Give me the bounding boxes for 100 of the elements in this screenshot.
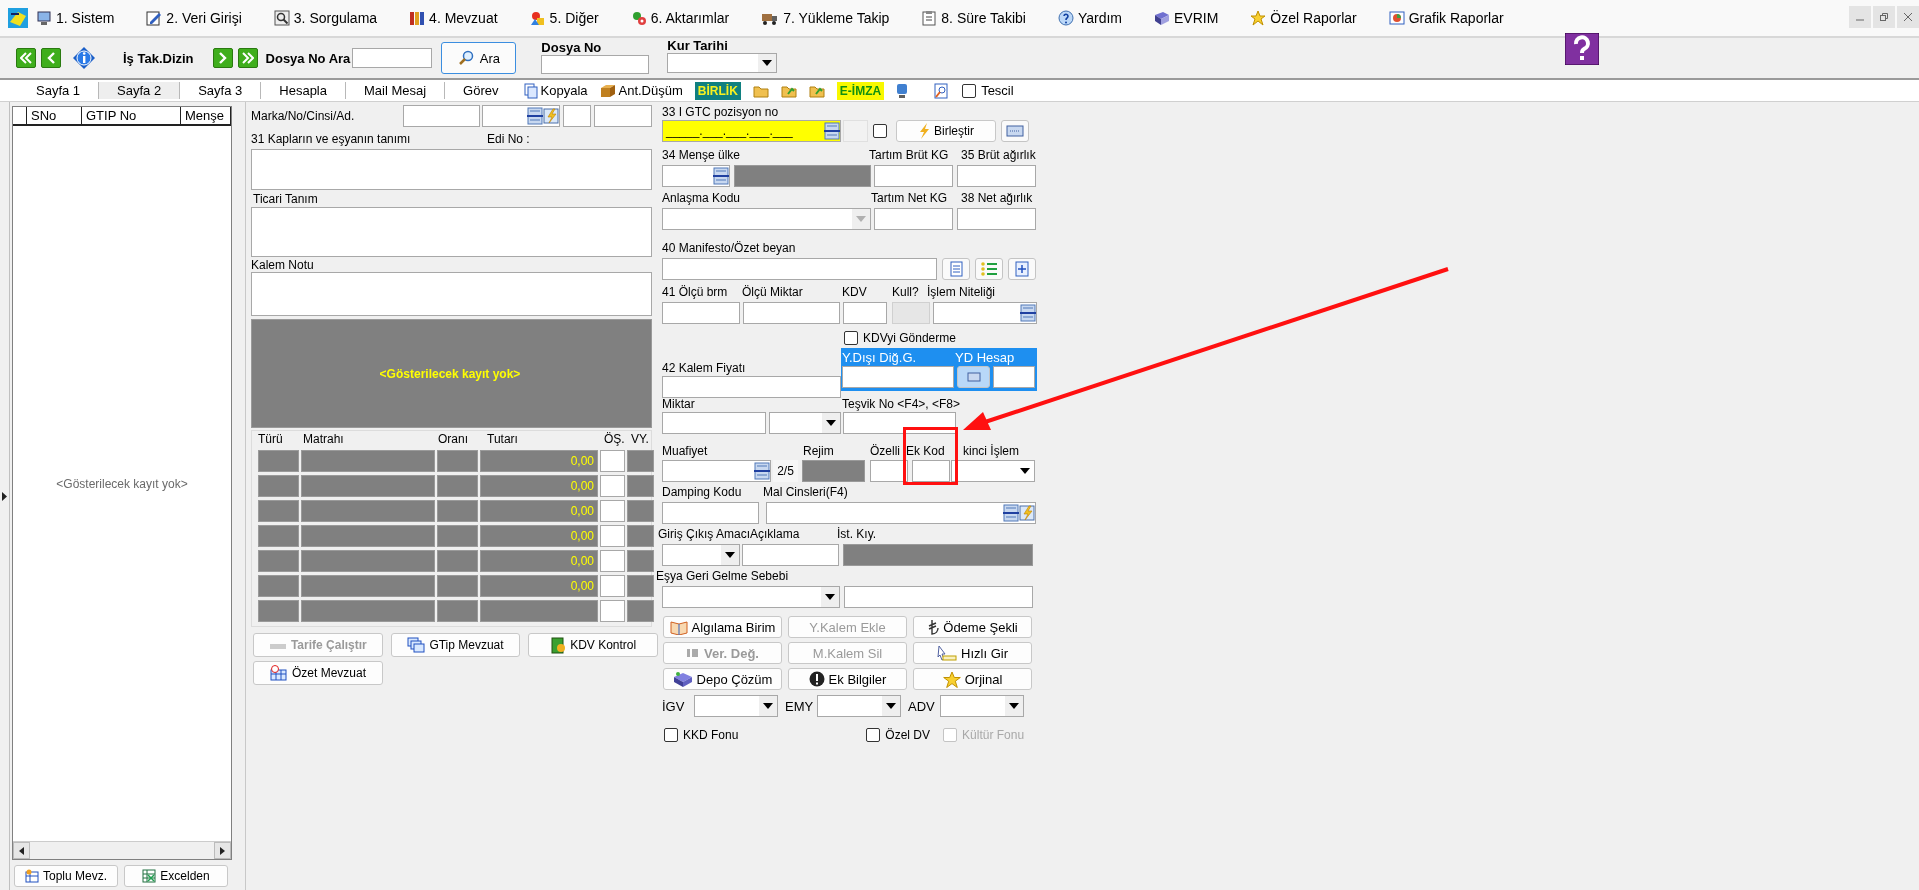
scroll-left-button[interactable] bbox=[13, 842, 30, 859]
action-button[interactable]: Depo Çözüm bbox=[663, 668, 782, 690]
input-field[interactable] bbox=[957, 165, 1036, 187]
dropdown[interactable] bbox=[662, 544, 740, 566]
checkbox[interactable] bbox=[962, 83, 977, 98]
input-field[interactable] bbox=[842, 366, 954, 388]
restore-button[interactable] bbox=[1873, 6, 1895, 28]
input-field[interactable] bbox=[742, 544, 839, 566]
union-badge[interactable]: BİRLİK bbox=[694, 81, 741, 100]
input-field[interactable] bbox=[993, 366, 1035, 388]
input-field[interactable] bbox=[892, 302, 930, 324]
checkbox[interactable] bbox=[844, 331, 858, 345]
tab[interactable]: Sayfa 2 bbox=[99, 82, 181, 99]
help-icon[interactable] bbox=[1565, 33, 1599, 65]
action-button[interactable]: Algılama Birim bbox=[663, 616, 782, 638]
bulk-legislation-button[interactable]: Toplu Mevz. bbox=[14, 864, 118, 887]
text-area[interactable] bbox=[251, 149, 652, 190]
table-icon[interactable] bbox=[754, 462, 770, 480]
document-button[interactable] bbox=[942, 258, 970, 280]
checkbox[interactable] bbox=[664, 728, 678, 742]
next-button[interactable] bbox=[212, 48, 233, 68]
input-field[interactable] bbox=[600, 600, 625, 622]
action-button[interactable]: Özet Mevzuat bbox=[253, 661, 383, 685]
menu-item[interactable]: 3. Sorgulama bbox=[273, 10, 378, 26]
calculator-button[interactable] bbox=[957, 366, 990, 388]
search-button[interactable]: Ara bbox=[441, 42, 517, 74]
menu-item[interactable]: 1. Sistem bbox=[36, 10, 115, 26]
input-field[interactable] bbox=[541, 55, 650, 74]
menu-item[interactable]: EVRIM bbox=[1154, 10, 1219, 26]
input-field[interactable] bbox=[843, 302, 887, 324]
menu-item[interactable]: 5. Diğer bbox=[529, 10, 599, 26]
input-field[interactable] bbox=[600, 525, 625, 547]
input-field[interactable] bbox=[844, 586, 1033, 608]
scroll-right-button[interactable] bbox=[214, 842, 231, 859]
dropdown[interactable] bbox=[951, 460, 1035, 482]
input-field[interactable] bbox=[662, 258, 937, 280]
menu-item[interactable]: 8. Süre Takibi bbox=[921, 10, 1026, 26]
dropdown[interactable] bbox=[817, 695, 901, 717]
minimize-button[interactable] bbox=[1849, 6, 1871, 28]
calculator-button[interactable] bbox=[1001, 120, 1029, 142]
table-icon[interactable] bbox=[1003, 504, 1019, 522]
table-icon[interactable] bbox=[527, 107, 543, 125]
input-field[interactable] bbox=[662, 376, 841, 398]
dropdown[interactable] bbox=[694, 695, 778, 717]
input-field[interactable] bbox=[482, 105, 560, 127]
action-button[interactable]: GTip Mevzuat bbox=[390, 633, 521, 657]
dropdown[interactable] bbox=[769, 412, 841, 434]
close-button[interactable] bbox=[1897, 6, 1919, 28]
deduction-button[interactable]: Ant.Düşüm bbox=[593, 80, 689, 101]
table-icon[interactable] bbox=[713, 167, 729, 185]
action-button[interactable]: Ödeme Şekli bbox=[913, 616, 1032, 638]
column-header[interactable]: Menşe bbox=[181, 107, 231, 124]
input-field[interactable] bbox=[600, 475, 625, 497]
input-field[interactable] bbox=[600, 550, 625, 572]
checkbox[interactable] bbox=[866, 728, 881, 742]
input-field[interactable] bbox=[563, 105, 591, 127]
input-field[interactable] bbox=[662, 502, 759, 524]
input-field[interactable] bbox=[600, 500, 625, 522]
copy-button[interactable]: Kopyala bbox=[517, 80, 594, 101]
date-dropdown[interactable] bbox=[667, 53, 778, 73]
action-button[interactable]: Hızlı Gir bbox=[913, 642, 1032, 664]
merge-button[interactable]: Birleştir bbox=[896, 120, 996, 142]
previous-button[interactable] bbox=[41, 48, 61, 68]
input-field[interactable] bbox=[843, 412, 956, 434]
input-field[interactable] bbox=[743, 302, 840, 324]
last-button[interactable] bbox=[237, 48, 258, 68]
dropdown[interactable] bbox=[940, 695, 1024, 717]
table-icon[interactable] bbox=[1020, 304, 1036, 322]
input-field[interactable]: _____.___.___.___.___ bbox=[662, 120, 841, 142]
list-button[interactable] bbox=[975, 258, 1003, 280]
input-field[interactable] bbox=[594, 105, 652, 127]
e-signature-badge[interactable]: E-İMZA bbox=[836, 81, 885, 100]
dropdown[interactable] bbox=[662, 208, 871, 230]
checkbox[interactable] bbox=[873, 124, 887, 138]
input-field[interactable] bbox=[957, 208, 1036, 230]
table-icon[interactable] bbox=[824, 122, 840, 140]
action-button[interactable]: Ek Bilgiler bbox=[788, 668, 907, 690]
input-field[interactable] bbox=[766, 502, 1036, 524]
input-field[interactable] bbox=[352, 48, 433, 68]
add-document-button[interactable] bbox=[1008, 258, 1036, 280]
text-area[interactable] bbox=[251, 272, 652, 316]
menu-item[interactable]: 4. Mevzuat bbox=[409, 10, 498, 26]
menu-item[interactable]: 6. Aktarımlar bbox=[630, 10, 730, 26]
input-field[interactable] bbox=[874, 165, 953, 187]
input-field[interactable] bbox=[933, 302, 1037, 324]
text-area[interactable] bbox=[251, 207, 652, 257]
column-header[interactable]: SNo bbox=[27, 107, 82, 124]
input-field[interactable] bbox=[870, 460, 908, 482]
menu-item[interactable]: Yardım bbox=[1057, 10, 1122, 26]
first-button[interactable] bbox=[16, 48, 36, 68]
input-field[interactable] bbox=[912, 460, 950, 482]
info-icon[interactable] bbox=[73, 47, 95, 69]
dropdown[interactable] bbox=[662, 586, 840, 608]
menu-item[interactable]: Özel Raporlar bbox=[1250, 10, 1357, 26]
input-field[interactable] bbox=[600, 575, 625, 597]
action-button[interactable]: Orjinal bbox=[913, 668, 1032, 690]
input-field[interactable] bbox=[662, 460, 771, 482]
input-field[interactable] bbox=[662, 302, 740, 324]
input-field[interactable] bbox=[662, 412, 766, 434]
input-field[interactable] bbox=[600, 450, 625, 472]
